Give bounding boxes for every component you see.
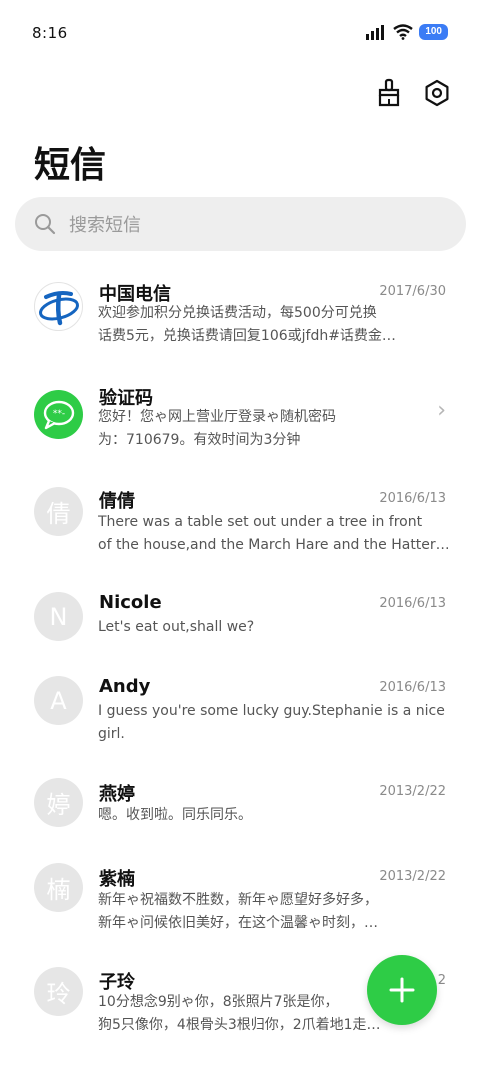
preview-line: I guess you're some lucky guy.Stephanie … [98, 703, 445, 719]
plus-icon [389, 977, 415, 1003]
wifi-icon [393, 24, 414, 40]
message-date: 2016/6/13 [379, 680, 446, 695]
preview-line: girl. [98, 726, 125, 742]
status-icons: 100 [365, 24, 448, 40]
message-date: 2017/6/30 [379, 284, 446, 299]
message-date: 2013/2/22 [379, 784, 446, 799]
contact-name: 倩倩 [99, 491, 135, 512]
conversation-item[interactable]: 婷 燕婷 2013/2/22 嗯。收到啦。同乐同乐。 [0, 778, 480, 848]
message-preview: I guess you're some lucky guy.Stephanie … [98, 700, 448, 746]
broom-icon [378, 78, 400, 107]
top-actions [374, 78, 452, 108]
message-preview: 您好！您ゃ网上营业厅登录ゃ随机密码 为：710679。有效时间为3分钟 [98, 406, 448, 452]
message-preview: 嗯。收到啦。同乐同乐。 [98, 804, 448, 827]
contact-name: 紫楠 [99, 869, 135, 890]
message-preview: 欢迎参加积分兑换话费活动，每500分可兑换 话费5元，兑换话费请回复106或jf… [98, 302, 448, 348]
conversation-item[interactable]: 中国电信 2017/6/30 欢迎参加积分兑换话费活动，每500分可兑换 话费5… [0, 280, 480, 370]
message-preview: Let's eat out,shall we? [98, 616, 448, 639]
conversation-item[interactable]: 倩 倩倩 2016/6/13 There was a table set out… [0, 487, 480, 577]
preview-line: 新年ゃ问候依旧美好，在这个温馨ゃ时刻，… [98, 915, 378, 931]
svg-text:**-: **- [52, 409, 64, 419]
preview-line: 欢迎参加积分兑换话费活动，每500分可兑换 [98, 305, 377, 321]
avatar: A [34, 676, 83, 725]
avatar: 婷 [34, 778, 83, 827]
signal-icon [366, 25, 385, 40]
page-title: 短信 [34, 145, 107, 186]
avatar: 倩 [34, 487, 83, 536]
search-icon [35, 214, 56, 235]
message-preview: 新年ゃ祝福数不胜数，新年ゃ愿望好多好多， 新年ゃ问候依旧美好，在这个温馨ゃ时刻，… [98, 889, 448, 935]
avatar: N [34, 592, 83, 641]
avatar: 玲 [34, 967, 83, 1016]
preview-line: 新年ゃ祝福数不胜数，新年ゃ愿望好多好多， [98, 892, 378, 908]
avatar [34, 282, 83, 331]
preview-line: 嗯。收到啦。同乐同乐。 [98, 807, 252, 823]
preview-line: of the house,and the March Hare and the … [98, 537, 448, 553]
preview-line: 话费5元，兑换话费请回复106或jfdh#话费金… [98, 328, 396, 344]
message-preview: There was a table set out under a tree i… [98, 511, 448, 557]
preview-line: There was a table set out under a tree i… [98, 514, 423, 530]
contact-name: 燕婷 [99, 784, 135, 805]
message-date: 2016/6/13 [379, 596, 446, 611]
status-bar: 8:16 100 [0, 0, 480, 68]
settings-icon [425, 79, 449, 107]
telecom-logo-icon [38, 290, 79, 325]
preview-line: 为：710679。有效时间为3分钟 [98, 432, 301, 448]
search-input[interactable]: 搜索短信 [15, 197, 466, 251]
conversation-item[interactable]: **- 验证码 您好！您ゃ网上营业厅登录ゃ随机密码 为：710679。有效时间为… [0, 384, 480, 474]
message-date: 2016/6/13 [379, 491, 446, 506]
status-time: 8:16 [32, 24, 68, 42]
message-date: 2013/2/22 [379, 869, 446, 884]
settings-button[interactable] [422, 78, 452, 108]
conversation-item[interactable]: N Nicole 2016/6/13 Let's eat out,shall w… [0, 592, 480, 662]
preview-line: Let's eat out,shall we? [98, 619, 255, 635]
avatar: 楠 [34, 863, 83, 912]
contact-name: Andy [99, 676, 151, 697]
conversation-item[interactable]: A Andy 2016/6/13 I guess you're some luc… [0, 676, 480, 766]
new-message-button[interactable] [367, 955, 437, 1025]
avatar: **- [34, 390, 83, 439]
contact-name: Nicole [99, 592, 162, 613]
message-bubble-icon: **- [43, 400, 74, 429]
conversation-item[interactable]: 楠 紫楠 2013/2/22 新年ゃ祝福数不胜数，新年ゃ愿望好多好多， 新年ゃ问… [0, 863, 480, 953]
chevron-right-icon: › [437, 398, 446, 423]
battery-indicator: 100 [419, 24, 448, 40]
preview-line: 您好！您ゃ网上营业厅登录ゃ随机密码 [98, 409, 336, 425]
clean-button[interactable] [374, 78, 404, 108]
search-placeholder: 搜索短信 [69, 215, 141, 236]
message-date: 2 [437, 973, 446, 988]
